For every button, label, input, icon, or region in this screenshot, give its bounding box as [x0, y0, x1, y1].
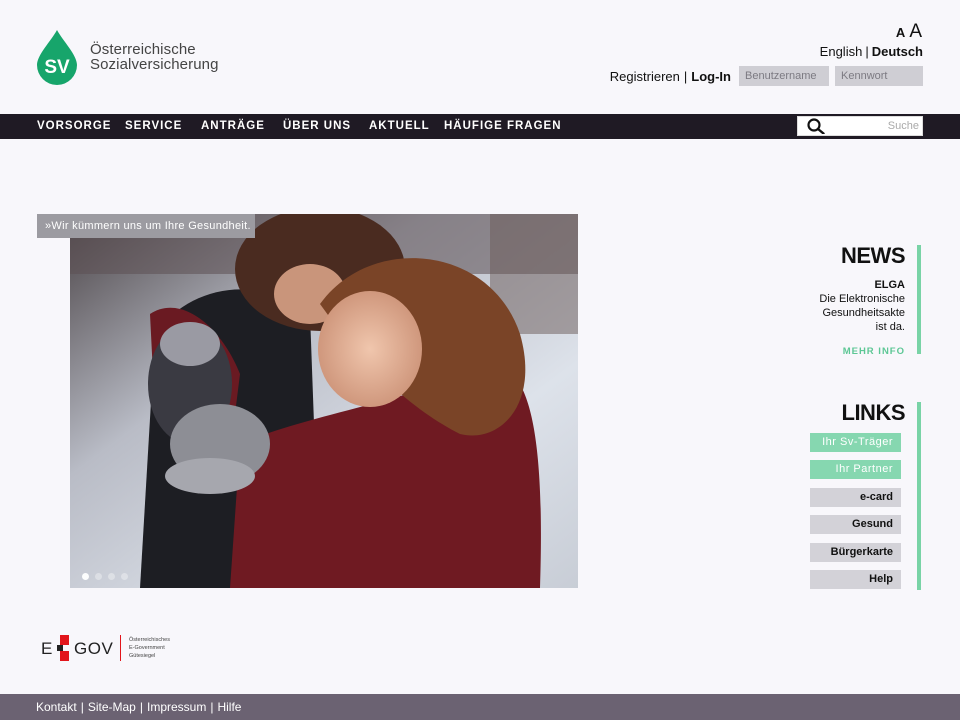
egov-seal[interactable]: E GOV Österreichisches E-Government Güte… [41, 633, 181, 663]
link-e-card[interactable]: e-card [810, 488, 901, 507]
footer: Kontakt | Site-Map | Impressum | Hilfe [0, 694, 960, 720]
logo-initials: SV [44, 57, 70, 78]
egov-caption: Österreichisches E-Government Gütesiegel [129, 636, 170, 660]
slider-dots [82, 573, 128, 580]
register-link[interactable]: Registrieren [610, 69, 680, 84]
news-box: NEWS ELGA Die Elektronische Gesundheitsa… [805, 243, 921, 357]
nav-item-aktuell[interactable]: AKTUELL [369, 114, 430, 139]
username-input[interactable] [739, 66, 829, 86]
footer-link-kontakt[interactable]: Kontakt [36, 700, 77, 714]
slider-dot-1[interactable] [82, 573, 89, 580]
news-text: Die Elektronische Gesundheitsakte ist da… [805, 292, 905, 334]
footer-link-site-map[interactable]: Site-Map [88, 700, 136, 714]
egov-caption-line: E-Government [129, 645, 165, 651]
news-heading: NEWS [841, 243, 906, 268]
egov-e: E [41, 639, 53, 658]
hero-tagline: »Wir kümmern uns um Ihre Gesundheit. [37, 214, 255, 238]
lang-deutsch-link[interactable]: Deutsch [872, 44, 923, 59]
footer-separator: | [210, 700, 214, 714]
slider-dot-2[interactable] [95, 573, 102, 580]
lang-separator: | [865, 44, 869, 59]
search-box [797, 116, 923, 136]
sv-drop-logo-icon: SV [37, 30, 77, 85]
egov-gov: GOV [74, 639, 114, 658]
font-size-small-button[interactable]: A [896, 25, 905, 40]
egov-caption-line: Österreichisches [129, 637, 170, 643]
hero-slider[interactable] [70, 214, 578, 588]
news-text-line: ist da. [875, 321, 905, 333]
egov-caption-line: Gütesiegel [129, 653, 156, 659]
logo-line-2: Sozialversicherung [90, 56, 219, 73]
nav-item-antraege[interactable]: ANTRÄGE [201, 114, 265, 139]
nav-item-haeufige-fragen[interactable]: HÄUFIGE FRAGEN [444, 114, 562, 139]
link-ihr-sv-traeger[interactable]: Ihr Sv-Träger [810, 433, 901, 452]
search-input[interactable] [831, 120, 919, 132]
egov-cross-icon [57, 635, 69, 661]
link-buergerkarte[interactable]: Bürgerkarte [810, 543, 901, 562]
slider-dot-3[interactable] [108, 573, 115, 580]
login-link[interactable]: Log-In [691, 69, 731, 84]
egov-divider [120, 635, 121, 661]
nav-item-vorsorge[interactable]: VORSORGE [37, 114, 111, 139]
nav-item-ueber-uns[interactable]: ÜBER UNS [283, 114, 351, 139]
link-help[interactable]: Help [810, 570, 901, 589]
link-gesund[interactable]: Gesund [810, 515, 901, 534]
links-box: LINKS Ihr Sv-Träger Ihr Partner e-card G… [805, 402, 921, 590]
lang-english-link[interactable]: English [820, 44, 863, 59]
news-text-line: Gesundheitsakte [822, 307, 905, 319]
font-size-toggle: A A [896, 21, 922, 43]
links-heading: LINKS [841, 400, 906, 425]
news-title: ELGA [874, 279, 905, 291]
password-input[interactable] [835, 66, 923, 86]
font-size-large-button[interactable]: A [909, 21, 922, 43]
slider-dot-4[interactable] [121, 573, 128, 580]
link-ihr-partner[interactable]: Ihr Partner [810, 460, 901, 479]
footer-separator: | [139, 700, 143, 714]
footer-link-impressum[interactable]: Impressum [147, 700, 206, 714]
logo-line-1: Österreichische [90, 41, 196, 58]
sv-logo[interactable]: SV Österreichische Sozialversicherung [36, 29, 219, 85]
nav-item-service[interactable]: SERVICE [125, 114, 182, 139]
news-text-line: Die Elektronische [819, 293, 905, 305]
footer-separator: | [80, 700, 84, 714]
login-separator: | [683, 68, 688, 84]
footer-link-hilfe[interactable]: Hilfe [217, 700, 241, 714]
language-switch: English | Deutsch [820, 44, 923, 59]
search-icon[interactable] [807, 118, 825, 134]
login-row: Registrieren | Log-In [610, 66, 923, 86]
hero-photo-couple-hugging [70, 214, 578, 588]
news-more-info-link[interactable]: MEHR INFO [805, 346, 905, 357]
